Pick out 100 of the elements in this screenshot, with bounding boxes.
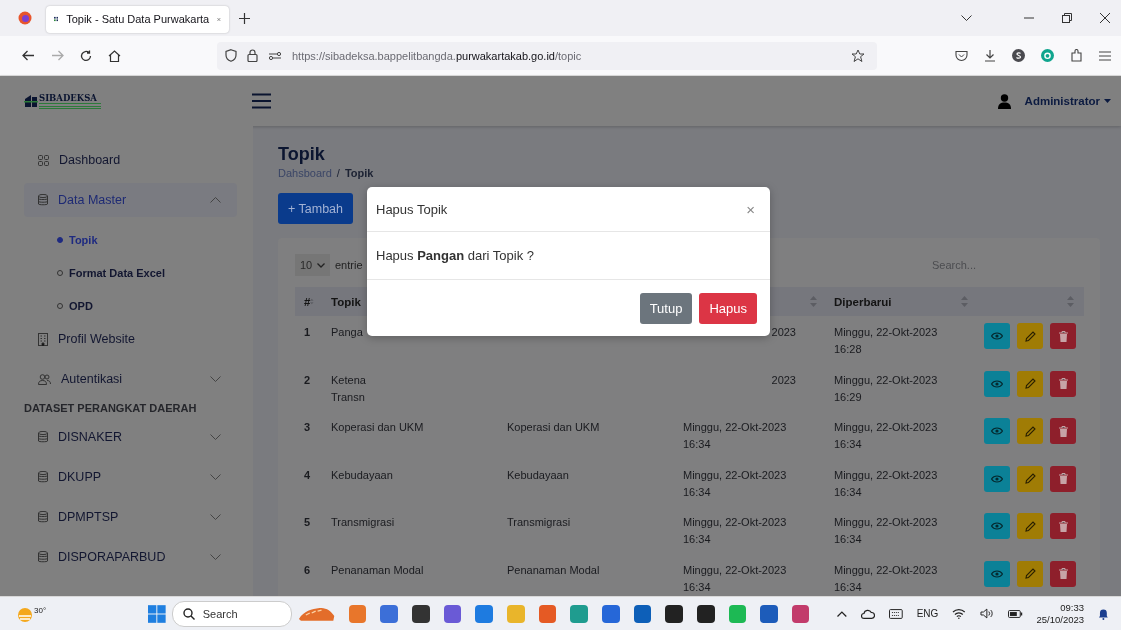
edit-button[interactable] — [1017, 513, 1043, 539]
column-header[interactable]: Topik — [331, 295, 361, 308]
column-header[interactable]: Diperbarui — [834, 295, 892, 308]
menu-icon[interactable] — [1099, 50, 1111, 61]
pencil-icon — [1024, 330, 1036, 342]
table-cell: 6 — [304, 563, 311, 576]
entries-label: entrie — [335, 259, 363, 271]
sidebar-item[interactable]: DPMPTSP — [24, 500, 237, 534]
eye-icon — [991, 379, 1003, 388]
close-button[interactable]: Tutup — [639, 292, 693, 324]
view-button[interactable] — [984, 370, 1010, 397]
permissions-icon[interactable] — [268, 50, 282, 61]
delete-button[interactable] — [1050, 560, 1076, 587]
sidebar-section-title: DATASET PERANGKAT DAERAH — [24, 402, 198, 416]
new-tab-icon[interactable] — [239, 12, 250, 24]
download-icon[interactable] — [984, 49, 996, 62]
puzzle-icon[interactable] — [1070, 49, 1083, 62]
delete-button[interactable] — [1050, 370, 1076, 397]
entries-select[interactable]: 10 — [295, 254, 330, 276]
clock-date[interactable]: 25/10/2023 — [1036, 613, 1085, 626]
close-icon[interactable] — [1100, 13, 1110, 23]
app-icon[interactable] — [696, 604, 715, 623]
favicon-icon — [54, 14, 59, 24]
sidebar-subitem[interactable]: OPD — [24, 289, 253, 322]
view-button[interactable] — [984, 560, 1010, 587]
edit-button[interactable] — [1017, 418, 1043, 444]
table-cell: Koperasi dan UKM — [331, 421, 424, 433]
sidebar-subitem[interactable]: Topik — [24, 223, 253, 256]
close-button[interactable]: × — [743, 200, 758, 218]
table-cell: Minggu, 22-Okt-2023 16:34 — [683, 563, 787, 593]
edit-button[interactable] — [1017, 560, 1043, 587]
taskbar-search-field[interactable]: Search — [171, 600, 292, 627]
battery-icon[interactable] — [1007, 608, 1023, 619]
table-cell: Kebudayaan — [507, 468, 569, 481]
table-cell: Transmigrasi — [331, 516, 395, 528]
windows-start-icon[interactable] — [148, 604, 166, 623]
sidebar-item[interactable]: DKUPP — [24, 460, 237, 494]
sidebar-item[interactable]: Dashboard — [24, 143, 237, 177]
shield-icon[interactable] — [225, 49, 237, 62]
sidebar-subitem[interactable]: Format Data Excel — [24, 256, 253, 289]
view-button[interactable] — [984, 465, 1010, 492]
reload-icon[interactable] — [80, 49, 92, 62]
home-icon[interactable] — [108, 49, 121, 62]
column-header[interactable]: # — [304, 295, 311, 308]
chevron-down-icon — [210, 434, 221, 440]
table-cell: Minggu, 22-Okt-2023 16:29 — [834, 373, 938, 403]
app-icon[interactable] — [412, 604, 430, 623]
language-indicator[interactable]: ENG — [916, 608, 939, 619]
chevron-down-icon[interactable] — [961, 15, 972, 21]
sidebar-item[interactable]: DISNAKER — [24, 420, 237, 454]
delete-button[interactable] — [1050, 323, 1076, 349]
menu-icon[interactable] — [252, 93, 271, 109]
view-button[interactable] — [984, 323, 1010, 349]
delete-button[interactable] — [1050, 465, 1076, 492]
browser-tab[interactable]: Topik - Satu Data Purwakarta — [46, 5, 229, 33]
extension-icon[interactable] — [1012, 49, 1025, 62]
delete-button[interactable]: Hapus — [699, 292, 757, 324]
user-icon — [997, 93, 1011, 109]
delete-button[interactable] — [1050, 418, 1076, 444]
address-bar[interactable]: https://sibadeksa.bappelitbangda.purwakartakab.go.id/topic — [217, 41, 877, 70]
table-cell: Kebudayaan — [331, 468, 393, 481]
sidebar-item[interactable]: Data Master — [24, 183, 237, 217]
edit-button[interactable] — [1017, 370, 1043, 397]
back-arrow-icon[interactable] — [22, 50, 35, 61]
app-icon[interactable] — [665, 604, 683, 623]
bell-icon[interactable] — [1098, 607, 1109, 620]
browser-logo-icon[interactable] — [18, 11, 32, 25]
sidebar-item[interactable]: DISPORAPARBUD — [24, 540, 237, 574]
table-cell: Penanaman Modal — [507, 563, 600, 576]
forward-arrow-icon[interactable] — [51, 50, 64, 61]
add-button[interactable]: + Tambah — [278, 193, 354, 224]
view-button[interactable] — [984, 513, 1010, 539]
clock-time[interactable]: 09:33 — [1060, 601, 1085, 614]
wifi-icon[interactable] — [952, 608, 967, 619]
speaker-icon[interactable] — [980, 608, 994, 619]
star-icon[interactable] — [851, 48, 865, 63]
chevron-down-icon — [210, 514, 221, 520]
table-cell: Transmigrasi — [507, 516, 571, 528]
edit-button[interactable] — [1017, 465, 1043, 492]
sidebar-item[interactable]: Profil Website — [24, 322, 237, 356]
edit-button[interactable] — [1017, 323, 1043, 349]
pocket-icon[interactable] — [955, 49, 968, 62]
sidebar-item[interactable]: Autentikasi — [24, 362, 237, 396]
cloud-icon[interactable] — [861, 608, 875, 619]
restore-icon[interactable] — [1062, 13, 1072, 23]
breadcrumb-link[interactable]: Dahsboard — [278, 167, 332, 179]
trash-icon — [1058, 378, 1068, 389]
user-menu[interactable]: Administrator — [1024, 95, 1111, 107]
delete-button[interactable] — [1050, 513, 1076, 539]
database-icon — [38, 551, 48, 563]
table-cell: 4 — [304, 468, 311, 481]
table-cell: Minggu, 22-Okt-2023 16:34 — [834, 563, 938, 593]
url-text: https://sibadeksa.bappelitbangda.purwakartakab.go.id/topic — [292, 49, 582, 62]
view-button[interactable] — [984, 418, 1010, 444]
logo-text: SIBADEKSA — [39, 93, 98, 103]
chevron-up-icon[interactable] — [837, 610, 848, 617]
keyboard-icon[interactable] — [888, 608, 903, 619]
lock-icon[interactable] — [247, 49, 258, 62]
table-cell: 5 — [304, 516, 311, 528]
trash-icon — [1058, 568, 1068, 579]
